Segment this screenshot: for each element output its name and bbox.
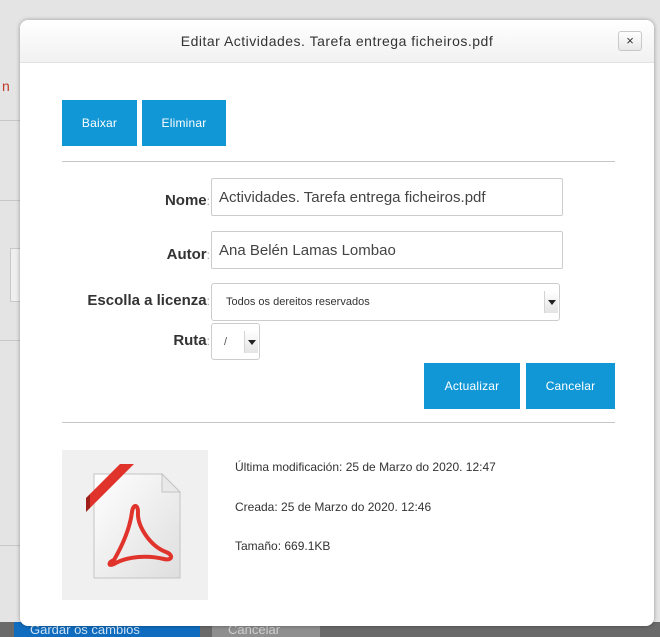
- name-input[interactable]: [211, 178, 563, 216]
- download-button[interactable]: Baixar: [62, 100, 137, 146]
- created-text: Creada: 25 de Marzo do 2020. 12:46: [235, 500, 432, 514]
- divider: [62, 422, 615, 423]
- path-select[interactable]: /: [211, 323, 260, 360]
- background-divider: [0, 120, 20, 121]
- dialog-title: Editar Actividades. Tarefa entrega fiche…: [180, 33, 494, 49]
- pdf-file-icon: [86, 464, 182, 579]
- background-required-mark: n: [2, 78, 10, 94]
- license-selected-value: Todos os dereitos reservados: [226, 296, 370, 308]
- dialog-header: Editar Actividades. Tarefa entrega fiche…: [20, 20, 654, 63]
- author-input[interactable]: [211, 231, 563, 269]
- author-label: Autor:: [166, 246, 210, 263]
- background-divider: [0, 340, 20, 341]
- name-label: Nome:: [164, 192, 210, 209]
- file-thumbnail: [62, 450, 208, 600]
- background-divider: [0, 545, 20, 546]
- delete-button[interactable]: Eliminar: [142, 100, 226, 146]
- background-divider: [0, 200, 20, 201]
- close-button[interactable]: ×: [618, 31, 642, 51]
- chevron-down-icon: [544, 291, 558, 313]
- edit-file-dialog: Editar Actividades. Tarefa entrega fiche…: [20, 20, 654, 626]
- last-modified-text: Última modificación: 25 de Marzo do 2020…: [235, 460, 496, 474]
- file-size-text: Tamaño: 669.1KB: [235, 539, 331, 553]
- cancel-button[interactable]: Cancelar: [526, 363, 615, 409]
- license-select[interactable]: Todos os dereitos reservados: [211, 283, 560, 321]
- chevron-down-icon: [244, 331, 258, 353]
- path-selected-value: /: [224, 336, 228, 348]
- update-button[interactable]: Actualizar: [424, 363, 520, 409]
- license-label: Escolla a licenza:: [87, 292, 210, 309]
- path-label: Ruta:: [173, 332, 210, 349]
- divider: [62, 161, 615, 162]
